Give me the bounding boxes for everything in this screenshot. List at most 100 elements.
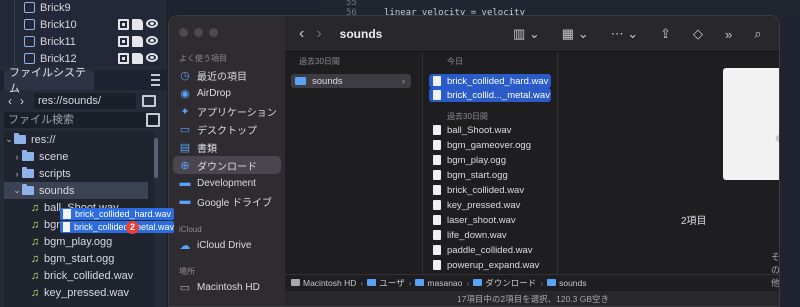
audio-file-icon <box>433 170 441 180</box>
sidebar-section-favorites: よく使う項目 <box>179 54 227 63</box>
path-item[interactable]: sounds <box>559 278 586 288</box>
sidebar-item-desktop[interactable]: ▭ デスクトップ <box>173 120 281 138</box>
visibility-eye-icon[interactable] <box>146 53 158 62</box>
tree-item[interactable]: › scene <box>4 148 154 165</box>
sidebar-item-documents[interactable]: ▤ 書類 <box>173 138 281 156</box>
visibility-eye-icon[interactable] <box>146 36 158 45</box>
audio-file-icon: ♫ <box>30 201 40 214</box>
tree-item[interactable]: ⌄ res:// <box>4 131 154 148</box>
back-arrow-icon[interactable]: ‹ <box>4 94 16 108</box>
zoom-button[interactable] <box>209 28 218 37</box>
tree-item-label: bgm_play.ogg <box>44 235 113 248</box>
group-icon[interactable] <box>118 53 129 64</box>
forward-arrow-icon[interactable]: › <box>16 94 28 108</box>
sidebar-item-macintosh-hd[interactable]: ▭ Macintosh HD <box>173 278 281 296</box>
file-item-selected[interactable]: brick_collided_hard.wav <box>429 74 551 88</box>
tree-item[interactable]: ♫ brick_collided.wav <box>4 267 154 284</box>
chevron-down-icon[interactable]: ⌄ <box>4 134 14 145</box>
scene-node[interactable]: Brick10 <box>8 16 160 33</box>
sidebar-item-airdrop[interactable]: ◉ AirDrop <box>173 84 281 102</box>
file-item[interactable]: paddle_collided.wav <box>429 243 551 257</box>
path-item[interactable]: ダウンロード <box>485 277 536 289</box>
file-item[interactable]: bgm_start.ogg <box>429 168 551 182</box>
disk-icon: ▭ <box>179 281 191 294</box>
tree-item-label: key_pressed.wav <box>44 286 129 299</box>
search-icon[interactable]: ⌕ <box>754 26 761 42</box>
close-button[interactable] <box>179 28 188 37</box>
tree-item[interactable]: ♫ bgm_start.ogg <box>4 250 154 267</box>
chevron-right-icon[interactable]: › <box>12 169 22 179</box>
file-item[interactable]: bgm_gameover.ogg <box>429 138 551 152</box>
sidebar-item-applications[interactable]: ✦ アプリケーション <box>173 102 281 120</box>
group-icon[interactable]: ▦ ⌄ <box>562 26 589 42</box>
split-view-icon[interactable] <box>142 95 156 107</box>
file-item[interactable]: powerup_expand.wav <box>429 258 551 272</box>
path-field[interactable]: res://sounds/ <box>34 93 136 109</box>
audio-file-icon <box>433 155 441 165</box>
chevron-down-icon[interactable]: ⌄ <box>12 185 22 196</box>
filesystem-search-input[interactable]: ファイル検索 <box>4 112 160 128</box>
script-icon[interactable] <box>132 36 143 47</box>
tree-item-label: res:// <box>31 133 56 146</box>
document-icon: ▤ <box>179 141 191 154</box>
folder-icon <box>547 279 557 286</box>
file-item[interactable]: laser_shoot.wav <box>429 213 551 227</box>
scene-node[interactable]: Brick9 <box>8 0 160 16</box>
path-item[interactable]: masanao <box>427 278 462 288</box>
back-icon[interactable]: ‹ <box>299 25 304 43</box>
path-item[interactable]: ユーザ <box>379 277 404 289</box>
path-item[interactable]: Macintosh HD <box>303 278 356 288</box>
visibility-eye-icon[interactable] <box>146 19 158 28</box>
sidebar-item-label: Google ドライブ <box>197 197 273 209</box>
sidebar-item-label: アプリケーション <box>197 107 277 119</box>
chevron-right-icon[interactable]: › <box>12 152 22 162</box>
preview-count: 2項目 <box>681 216 707 227</box>
file-item-label: brick_collid..._metal.wav <box>447 89 550 101</box>
file-item-selected[interactable]: brick_collid..._metal.wav <box>429 88 551 102</box>
sidebar-item-recents[interactable]: ◷ 最近の項目 <box>173 66 281 84</box>
sidebar-item-google-drive[interactable]: ▬ Google ドライブ <box>173 192 281 210</box>
file-item[interactable]: bgm_play.ogg <box>429 153 551 167</box>
tree-item-selected[interactable]: ⌄ sounds <box>4 182 148 199</box>
script-icon[interactable] <box>132 19 143 30</box>
scene-node[interactable]: Brick11 <box>8 33 160 50</box>
more-icon[interactable]: » <box>725 27 732 42</box>
tree-item[interactable]: › scripts <box>4 165 154 182</box>
folder-icon: ▬ <box>179 177 191 189</box>
sidebar-item-development[interactable]: ▬ Development <box>173 174 281 192</box>
audio-file-icon: ♫ <box>30 269 40 282</box>
cloud-icon: ☁ <box>179 239 191 252</box>
folder-item-sounds[interactable]: sounds › <box>291 74 411 88</box>
column-header-today: 今日 <box>447 57 463 66</box>
action-menu-icon[interactable]: ⋯ ⌄ <box>611 26 639 42</box>
menu-icon[interactable] <box>151 74 160 86</box>
column-divider[interactable] <box>422 52 423 276</box>
file-list-mode-icon[interactable] <box>146 113 160 127</box>
folder-icon <box>367 279 377 286</box>
script-icon[interactable] <box>132 53 143 64</box>
file-item[interactable]: key_pressed.wav <box>429 198 551 212</box>
column-divider[interactable] <box>557 52 558 276</box>
sidebar-item-icloud-drive[interactable]: ☁ iCloud Drive <box>173 236 281 254</box>
file-item-label: brick_collided_hard.wav <box>447 75 549 87</box>
file-item[interactable]: brick_collided.wav <box>429 183 551 197</box>
tree-item[interactable]: ♫ key_pressed.wav <box>4 284 154 301</box>
file-item-label: life_down.wav <box>447 229 507 241</box>
group-icon[interactable] <box>118 19 129 30</box>
tab-filesystem[interactable]: ファイルシステム <box>4 67 94 95</box>
folder-icon <box>22 150 34 161</box>
tag-icon[interactable]: ◇ <box>693 26 703 42</box>
file-item-label: key_pressed.wav <box>447 199 521 211</box>
audio-file-icon <box>433 125 441 135</box>
column-view-icon[interactable]: ▥ ⌄ <box>513 26 540 42</box>
forward-icon[interactable]: › <box>316 25 321 43</box>
minimize-button[interactable] <box>194 28 203 37</box>
tree-item[interactable]: ♫ bgm_play.ogg <box>4 233 154 250</box>
share-icon[interactable]: ⇪ <box>660 26 671 42</box>
line-number: 55 <box>346 0 357 8</box>
tree-scrollbar[interactable] <box>154 138 158 178</box>
group-icon[interactable] <box>118 36 129 47</box>
file-item[interactable]: life_down.wav <box>429 228 551 242</box>
sidebar-item-downloads[interactable]: ⊕ ダウンロード <box>173 156 281 174</box>
file-item[interactable]: ball_Shoot.wav <box>429 123 551 137</box>
